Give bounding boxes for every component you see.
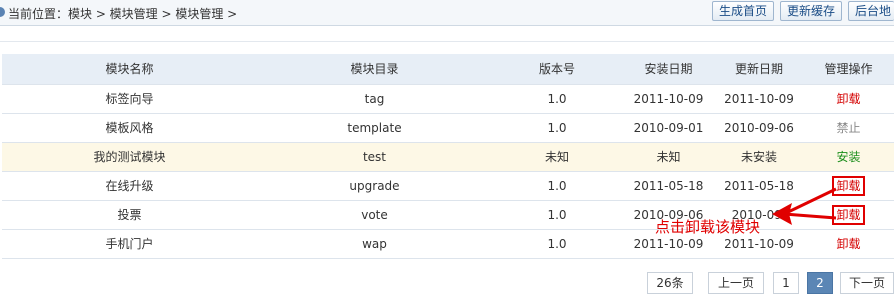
table-row: 投票 vote 1.0 2010-09-06 2010-09- 卸载 — [2, 200, 894, 230]
module-update-date: 2010-09-06 — [715, 113, 803, 143]
module-install-date: 2010-09-01 — [622, 113, 715, 143]
location-icon — [0, 7, 5, 17]
module-table: 模块名称 模块目录 版本号 安装日期 更新日期 管理操作 标签向导 tag 1.… — [2, 54, 894, 259]
module-version: 1.0 — [492, 229, 622, 259]
module-install-date: 未知 — [622, 142, 715, 172]
pagination: 26条 上一页 1 2 下一页 — [0, 272, 894, 296]
table-row: 在线升级 upgrade 1.0 2011-05-18 2011-05-18 卸… — [2, 171, 894, 201]
col-install-date: 安装日期 — [622, 54, 715, 85]
prev-page-button[interactable]: 上一页 — [708, 272, 764, 294]
module-name: 在线升级 — [2, 171, 257, 201]
annotation-text: 点击卸载该模块 — [655, 218, 761, 236]
module-update-date: 2011-05-18 — [715, 171, 803, 201]
divider — [0, 41, 894, 42]
module-name: 标签向导 — [2, 84, 257, 114]
breadcrumb: 当前位置：模块 > 模块管理 > 模块管理 > — [8, 7, 238, 21]
page-2-button[interactable]: 2 — [807, 272, 833, 294]
module-dir: vote — [257, 200, 492, 230]
module-name: 模板风格 — [2, 113, 257, 143]
module-update-date: 未安装 — [715, 142, 803, 172]
module-update-date: 2011-10-09 — [715, 84, 803, 114]
page-1-button[interactable]: 1 — [773, 272, 799, 294]
module-version: 未知 — [492, 142, 622, 172]
col-version: 版本号 — [492, 54, 622, 85]
refresh-cache-button[interactable]: 更新缓存 — [779, 1, 842, 21]
module-name: 手机门户 — [2, 229, 257, 259]
table-row: 模板风格 template 1.0 2010-09-01 2010-09-06 … — [2, 113, 894, 143]
top-buttons: 生成首页 更新缓存 后台地 — [711, 1, 894, 21]
module-name: 我的测试模块 — [2, 142, 257, 172]
module-action-cell: 卸载 — [803, 84, 894, 114]
col-module-dir: 模块目录 — [257, 54, 492, 85]
module-version: 1.0 — [492, 84, 622, 114]
total-count: 26条 — [647, 272, 693, 294]
module-version: 1.0 — [492, 113, 622, 143]
col-actions: 管理操作 — [803, 54, 894, 85]
module-action-cell: 卸载 — [803, 171, 894, 201]
disable-link[interactable]: 禁止 — [836, 121, 860, 135]
col-module-name: 模块名称 — [2, 54, 257, 85]
module-action-cell: 卸载 — [803, 200, 894, 230]
module-version: 1.0 — [492, 200, 622, 230]
uninstall-link-highlighted[interactable]: 卸载 — [832, 175, 865, 196]
module-install-date: 2011-10-09 — [622, 84, 715, 114]
uninstall-link[interactable]: 卸载 — [836, 92, 860, 106]
uninstall-link-highlighted[interactable]: 卸载 — [832, 204, 865, 225]
table-row: 手机门户 wap 1.0 2011-10-09 2011-10-09 卸载 — [2, 229, 894, 259]
module-version: 1.0 — [492, 171, 622, 201]
module-dir: template — [257, 113, 492, 143]
module-action-cell: 禁止 — [803, 113, 894, 143]
module-action-cell: 卸载 — [803, 229, 894, 259]
module-dir: upgrade — [257, 171, 492, 201]
module-dir: test — [257, 142, 492, 172]
generate-home-button[interactable]: 生成首页 — [711, 1, 774, 21]
col-update-date: 更新日期 — [715, 54, 803, 85]
backend-home-button[interactable]: 后台地 — [848, 1, 894, 21]
table-header-row: 模块名称 模块目录 版本号 安装日期 更新日期 管理操作 — [2, 54, 894, 85]
uninstall-link[interactable]: 卸载 — [836, 237, 860, 251]
module-action-cell: 安装 — [803, 142, 894, 172]
top-bar: 当前位置：模块 > 模块管理 > 模块管理 > 生成首页 更新缓存 后台地 — [0, 0, 894, 26]
module-install-date: 2011-05-18 — [622, 171, 715, 201]
next-page-button[interactable]: 下一页 — [840, 272, 894, 294]
module-dir: wap — [257, 229, 492, 259]
install-link[interactable]: 安装 — [836, 150, 860, 164]
module-name: 投票 — [2, 200, 257, 230]
table-row: 我的测试模块 test 未知 未知 未安装 安装 — [2, 142, 894, 172]
table-row: 标签向导 tag 1.0 2011-10-09 2011-10-09 卸载 — [2, 84, 894, 114]
module-dir: tag — [257, 84, 492, 114]
